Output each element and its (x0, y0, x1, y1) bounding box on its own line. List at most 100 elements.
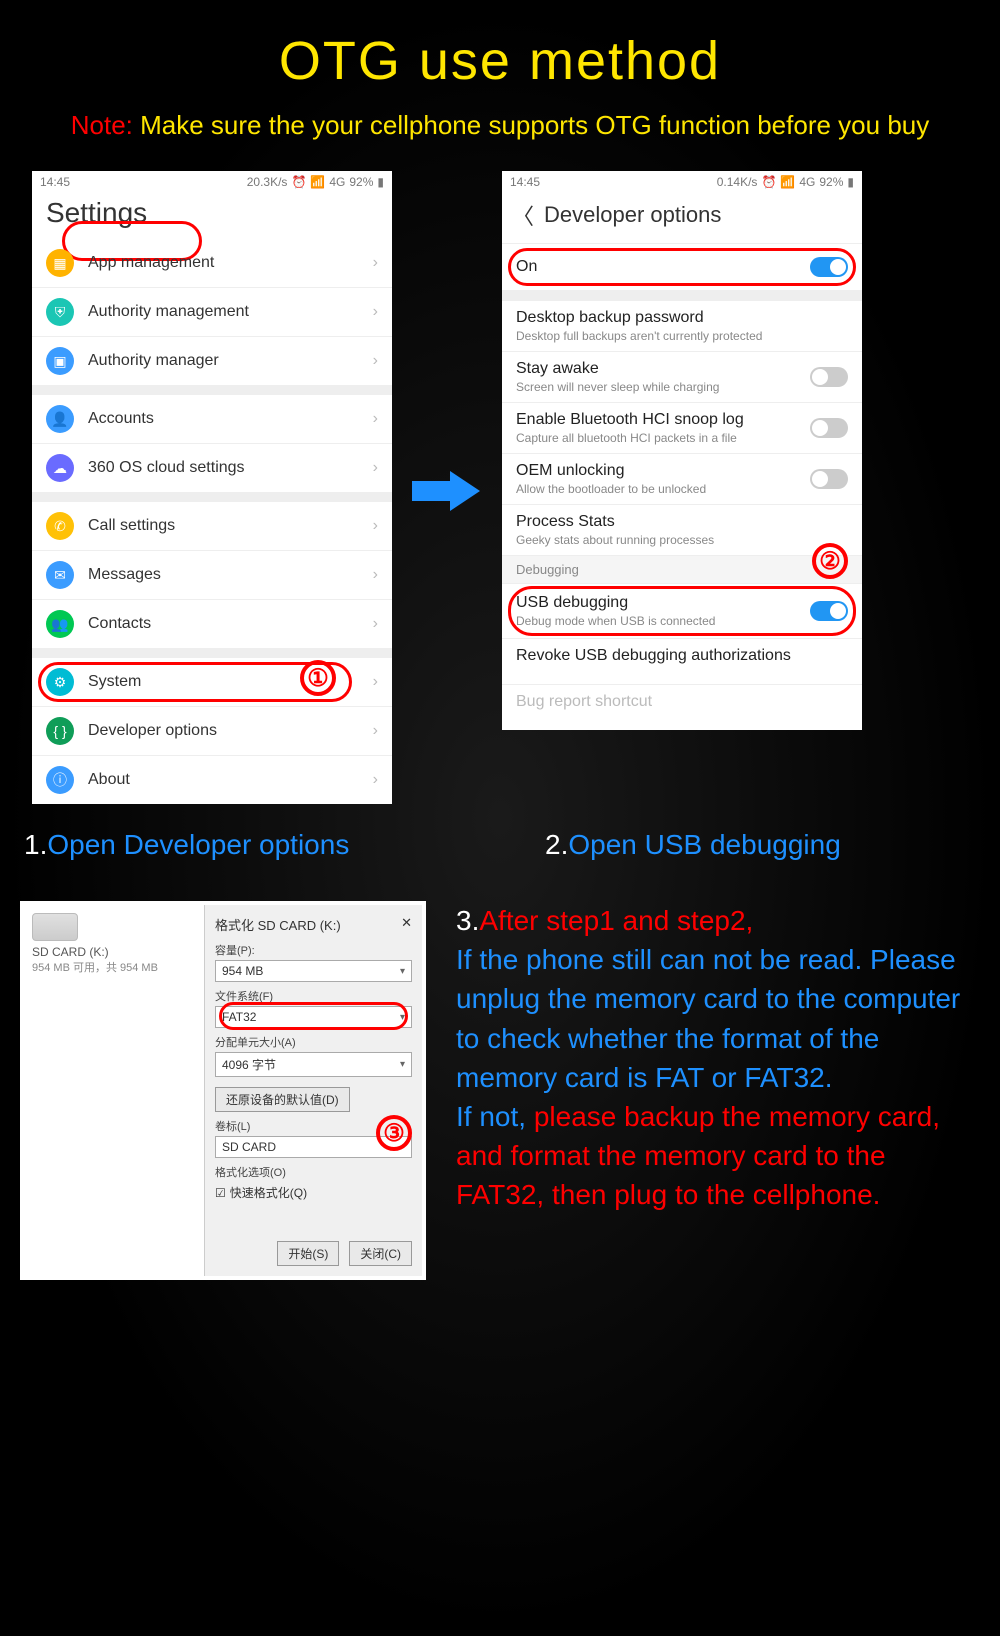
list-item[interactable]: ⓘAbout› (32, 755, 392, 804)
filesystem-select[interactable]: FAT32 ▾ (215, 1006, 412, 1028)
toggle-icon[interactable] (810, 418, 848, 438)
item-label: Authority management (88, 303, 249, 321)
section-gap (502, 290, 862, 300)
unit-label: 分配单元大小(A) (215, 1034, 412, 1050)
debug-section-header: Debugging ② (502, 555, 862, 583)
dev-header: 〈 Developer options (502, 191, 862, 243)
usb-debugging-item[interactable]: USB debugging Debug mode when USB is con… (502, 583, 862, 638)
checkbox-icon[interactable]: ☑ (215, 1186, 226, 1200)
dev-title: Desktop backup password (516, 309, 848, 327)
chevron-down-icon: ▾ (400, 1012, 405, 1023)
list-item[interactable]: ⚙System›① (32, 658, 392, 706)
fs-value: FAT32 (222, 1010, 256, 1024)
dev-main-toggle[interactable]: On (502, 243, 862, 290)
dev-item[interactable]: OEM unlocking Allow the bootloader to be … (502, 453, 862, 504)
dev-item[interactable]: Enable Bluetooth HCI snoop logCapture al… (502, 402, 862, 453)
toggle-icon[interactable] (810, 367, 848, 387)
page-title: OTG use method (0, 0, 1000, 92)
item-label: Messages (88, 566, 161, 584)
menu-icon: ▣ (46, 347, 74, 375)
capacity-select[interactable]: 954 MB▾ (215, 960, 412, 982)
list-item[interactable]: ▣ Authority manager › (32, 336, 392, 385)
arrow-column (392, 171, 502, 811)
list-item[interactable]: ☁360 OS cloud settings› (32, 443, 392, 492)
caption-2: 2.Open USB debugging (545, 829, 976, 861)
chevron-right-icon: › (373, 517, 378, 535)
menu-icon: { } (46, 717, 74, 745)
note-line: Note: Make sure the your cellphone suppo… (0, 110, 1000, 141)
fs-label: 文件系统(F) (215, 988, 412, 1004)
note-prefix: Note: (71, 110, 133, 140)
step3-line2: If the phone still can not be read. Plea… (456, 944, 960, 1093)
status-4g: 4G (329, 175, 345, 189)
status-battery: 92% (819, 175, 843, 189)
alarm-icon: ⏰ (761, 175, 776, 189)
menu-icon: ☁ (46, 454, 74, 482)
dev-title: OEM unlocking (516, 462, 848, 480)
list-item[interactable]: ✆Call settings› (32, 502, 392, 550)
status-bar: 14:45 0.14K/s ⏰ 📶 4G 92% ▮ (502, 171, 862, 191)
dev-sub: Capture all bluetooth HCI packets in a f… (516, 431, 848, 445)
phones-row: 14:45 20.3K/s ⏰ 📶 4G 92% ▮ Settings ▦App… (0, 171, 1000, 811)
dev-item[interactable]: Stay awake Screen will never sleep while … (502, 351, 862, 402)
list-item[interactable]: 👤 Accounts › (32, 395, 392, 443)
sd-card-icon[interactable] (32, 913, 78, 941)
battery-icon: ▮ (377, 175, 384, 189)
debug-header-text: Debugging (516, 562, 579, 577)
status-battery: 92% (349, 175, 373, 189)
revoke-title: Revoke USB debugging authorizations (516, 647, 848, 665)
badge-3: ③ (376, 1115, 412, 1151)
revoke-item[interactable]: Revoke USB debugging authorizations (502, 638, 862, 684)
chevron-right-icon: › (373, 352, 378, 370)
dev-item[interactable]: Process StatsGeeky stats about running p… (502, 504, 862, 555)
quick-format-row[interactable]: ☑ 快速格式化(Q) (215, 1184, 412, 1201)
close-button[interactable]: 关闭(C) (349, 1241, 412, 1266)
list-item[interactable]: 👥Contacts› (32, 599, 392, 648)
cap2-txt: Open USB debugging (568, 829, 840, 860)
item-label: System (88, 673, 141, 691)
sd-sub: 954 MB 可用，共 954 MB (32, 959, 196, 975)
list-item[interactable]: ✉Messages› (32, 550, 392, 599)
dev-sub: Screen will never sleep while charging (516, 380, 848, 394)
step3-num: 3. (456, 905, 479, 936)
item-label: Authority manager (88, 352, 219, 370)
unit-select[interactable]: 4096 字节▾ (215, 1052, 412, 1077)
cap2-num: 2. (545, 829, 568, 860)
list-item[interactable]: { }Developer options› (32, 706, 392, 755)
badge-2: ② (812, 543, 848, 579)
menu-icon: ✆ (46, 512, 74, 540)
options-label: 格式化选项(O) (215, 1164, 412, 1180)
list-item[interactable]: ▦App management› (32, 239, 392, 287)
toggle-on-icon[interactable] (810, 257, 848, 277)
step3-line3a: If not, (456, 1101, 534, 1132)
settings-header-text: Settings (46, 197, 147, 228)
toggle-on-icon[interactable] (810, 601, 848, 621)
dialog-title-bar: 格式化 SD CARD (K:) ✕ (215, 915, 412, 934)
restore-defaults-button[interactable]: 还原设备的默认值(D) (215, 1087, 350, 1112)
item-label: Accounts (88, 410, 154, 428)
usb-sub: Debug mode when USB is connected (516, 614, 848, 628)
chevron-right-icon: › (373, 771, 378, 789)
section-gap (32, 492, 392, 502)
badge-1: ① (300, 660, 336, 696)
signal-icon: 📶 (310, 175, 325, 189)
phone-developer-options: 14:45 0.14K/s ⏰ 📶 4G 92% ▮ 〈 Developer o… (502, 171, 862, 730)
chevron-right-icon: › (373, 410, 378, 428)
usb-title: USB debugging (516, 594, 848, 612)
dev-sub: Allow the bootloader to be unlocked (516, 482, 848, 496)
list-item[interactable]: ⛨Authority management› (32, 287, 392, 336)
back-icon[interactable]: 〈 (512, 199, 534, 231)
dev-title: Stay awake (516, 360, 848, 378)
status-right: 0.14K/s ⏰ 📶 4G 92% ▮ (717, 175, 854, 189)
bug-report-item[interactable]: Bug report shortcut (502, 684, 862, 730)
close-icon[interactable]: ✕ (401, 915, 412, 934)
explorer-panel: SD CARD (K:) 954 MB 可用，共 954 MB (24, 905, 204, 1276)
menu-icon: 👤 (46, 405, 74, 433)
dev-sub: Desktop full backups aren't currently pr… (516, 329, 848, 343)
dev-item[interactable]: Desktop backup password Desktop full back… (502, 300, 862, 351)
signal-icon: 📶 (780, 175, 795, 189)
start-button[interactable]: 开始(S) (277, 1241, 339, 1266)
dev-sub: Geeky stats about running processes (516, 533, 848, 547)
toggle-icon[interactable] (810, 469, 848, 489)
chevron-right-icon: › (373, 615, 378, 633)
